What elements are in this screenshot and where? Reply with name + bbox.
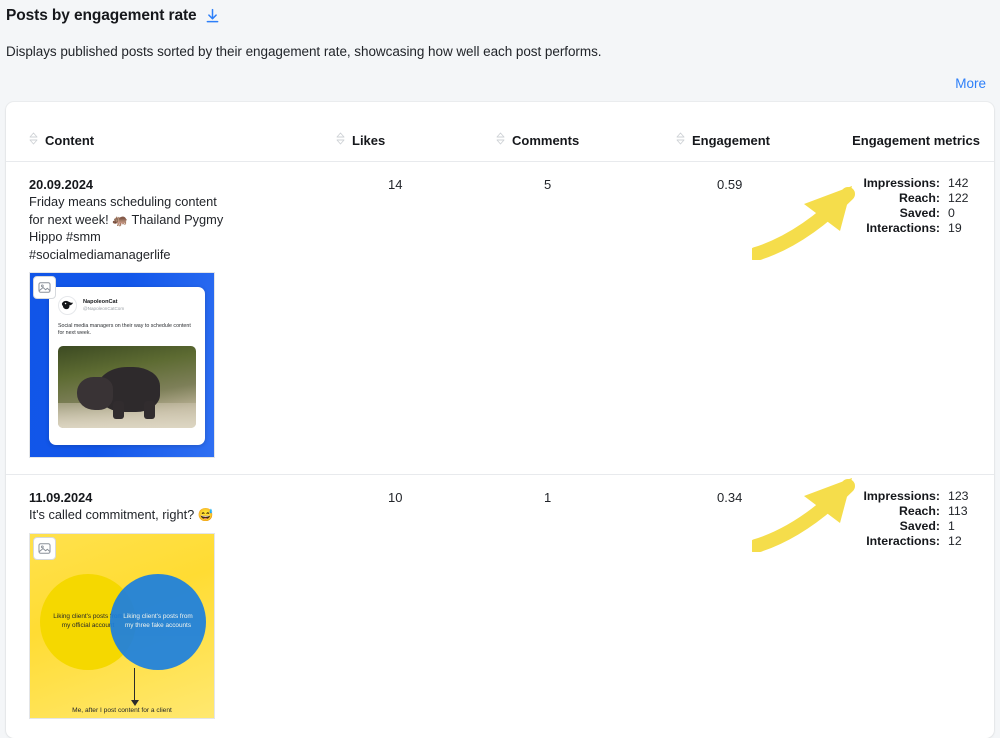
saved-label: Saved: (899, 206, 940, 220)
more-link[interactable]: More (955, 76, 986, 91)
engagement-metrics-row-1: Impressions: 142 Reach: 122 Saved: 0 Int… (846, 161, 994, 475)
sort-icon[interactable] (496, 132, 505, 148)
likes-value: 10 (388, 490, 403, 505)
interactions-label: Interactions: (866, 534, 940, 548)
post-content-cell: 20.09.2024 Friday means scheduling conte… (6, 161, 336, 475)
impressions-value: 142 (948, 176, 969, 190)
interactions-label: Interactions: (866, 221, 940, 235)
impressions-label: Impressions: (863, 176, 940, 190)
venn-caption: Me, after I post content for a client (72, 706, 172, 714)
column-header-label: Engagement (692, 132, 771, 148)
posts-table: Content Likes Comments Engagement Engage… (6, 102, 994, 735)
likes-value: 14 (336, 161, 496, 475)
hippo-head (77, 376, 114, 410)
page-header: Posts by engagement rate Displays publis… (0, 0, 1000, 59)
column-header-label: Content (45, 132, 95, 148)
saved-value: 1 (948, 519, 955, 533)
reach-label: Reach: (898, 504, 940, 518)
interactions-value: 12 (948, 534, 962, 548)
sort-icon[interactable] (676, 132, 685, 148)
sort-icon[interactable] (336, 132, 345, 148)
column-header-engagement-metrics: Engagement metrics (846, 102, 994, 162)
tweet-account-handle: @NapoleonCatCom (83, 306, 125, 311)
image-icon (33, 536, 56, 560)
post-date: 11.09.2024 (29, 490, 93, 505)
post-thumbnail[interactable]: NapoleonCat @NapoleonCatCom Social media… (29, 272, 215, 458)
reach-value: 122 (948, 191, 969, 205)
impressions-value: 123 (948, 489, 969, 503)
saved-label: Saved: (899, 519, 940, 533)
column-header-label: Likes (352, 132, 386, 148)
table-header-row: Content Likes Comments Engagement Engage… (6, 102, 994, 162)
image-icon (33, 276, 56, 299)
venn-right-text: Liking client's posts from my three fake… (123, 613, 193, 629)
tweet-text: Social media managers on their way to sc… (58, 323, 191, 337)
venn-circle-right: Liking client's posts from my three fake… (110, 573, 206, 670)
tweet-account-info: NapoleonCat @NapoleonCatCom (83, 299, 124, 312)
post-text: Friday means scheduling content for next… (29, 194, 224, 262)
posts-table-card: Content Likes Comments Engagement Engage… (6, 102, 994, 738)
more-row: More (955, 75, 986, 93)
post-date: 20.09.2024 (29, 177, 94, 192)
saved-value: 0 (948, 206, 955, 220)
column-header-label: Comments (512, 132, 580, 148)
title-row: Posts by engagement rate (6, 7, 1000, 25)
engagement-metrics-row-2: Impressions: 123 Reach: 113 Saved: 1 Int… (846, 475, 994, 735)
post-text: It's called commitment, right? 😅 (29, 507, 214, 522)
table-header: Content Likes Comments Engagement Engage… (6, 102, 994, 162)
reach-label: Reach: (898, 191, 940, 205)
metrics-grid: Impressions: 123 Reach: 113 Saved: 1 Int… (847, 489, 980, 549)
engagement-value: 0.59 (676, 161, 846, 475)
page-title: Posts by engagement rate (6, 7, 197, 24)
impressions-label: Impressions: (863, 489, 940, 503)
page-description: Displays published posts sorted by their… (6, 44, 602, 59)
column-header-content[interactable]: Content (6, 102, 336, 162)
sort-icon[interactable] (29, 132, 38, 148)
column-header-label: Engagement metrics (852, 133, 980, 148)
column-header-comments[interactable]: Comments (496, 102, 676, 162)
comments-value: 5 (496, 161, 676, 475)
table-row[interactable]: 20.09.2024 Friday means scheduling conte… (6, 161, 994, 475)
table-row[interactable]: 11.09.2024 It's called commitment, right… (6, 475, 994, 735)
column-header-likes[interactable]: Likes (336, 102, 496, 162)
venn-arrow-icon (131, 667, 139, 706)
avatar (58, 296, 77, 315)
column-header-engagement[interactable]: Engagement (676, 102, 846, 162)
post-content-cell: 11.09.2024 It's called commitment, right… (6, 475, 336, 735)
download-icon[interactable] (205, 8, 220, 24)
hippo-leg (113, 400, 125, 419)
hippo-photo (58, 345, 196, 428)
reach-value: 113 (948, 504, 968, 518)
table-body: 20.09.2024 Friday means scheduling conte… (6, 161, 994, 735)
comments-value: 1 (544, 490, 552, 505)
interactions-value: 19 (948, 221, 962, 235)
hippo-leg (143, 400, 155, 419)
tweet-preview-card: NapoleonCat @NapoleonCatCom Social media… (49, 287, 205, 445)
metrics-grid: Impressions: 142 Reach: 122 Saved: 0 Int… (847, 176, 980, 236)
post-thumbnail[interactable]: Liking client's posts from my official a… (29, 532, 215, 719)
engagement-value: 0.34 (717, 490, 743, 505)
tweet-account-name: NapoleonCat (83, 299, 118, 305)
tweet-account-row: NapoleonCat @NapoleonCatCom (58, 296, 196, 315)
